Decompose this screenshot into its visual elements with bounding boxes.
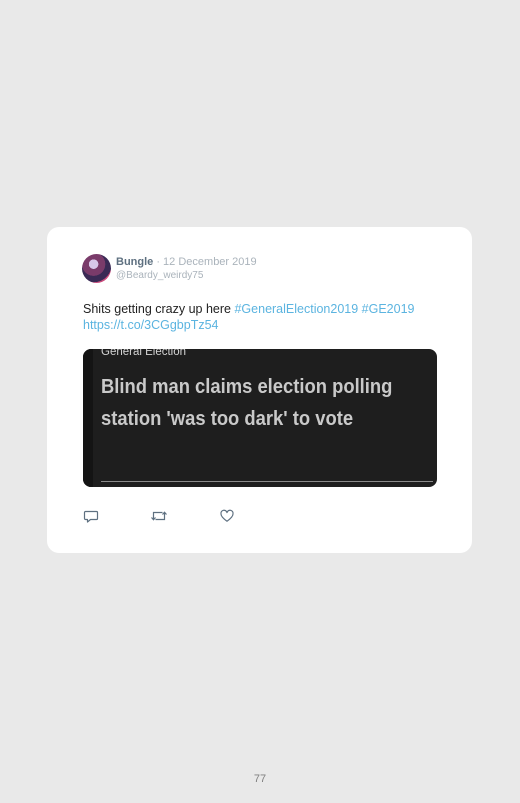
reply-icon [83, 510, 99, 523]
tweet-header: Bungle · 12 December 2019 [116, 256, 257, 268]
tweet-card: Bungle · 12 December 2019 @Beardy_weirdy… [47, 227, 472, 553]
tweet-body-text: Shits getting crazy up here [83, 302, 235, 316]
retweet-icon [151, 511, 167, 521]
tweet-text: Shits getting crazy up here #GeneralElec… [83, 301, 453, 333]
link-preview-card[interactable]: General Election Blind man claims electi… [83, 349, 437, 487]
reply-button[interactable] [83, 508, 99, 524]
tweet-link[interactable]: https://t.co/3CGgbpTz54 [83, 318, 219, 332]
hashtag-ge2019[interactable]: #GE2019 [362, 302, 415, 316]
hashtag-general-election-2019[interactable]: #GeneralElection2019 [234, 302, 358, 316]
user-handle[interactable]: @Beardy_weirdy75 [116, 270, 203, 281]
page-number: 77 [253, 773, 267, 785]
heart-icon [220, 509, 234, 522]
user-name[interactable]: Bungle [116, 256, 153, 268]
retweet-button[interactable] [150, 508, 167, 524]
tweet-date[interactable]: · 12 December 2019 [153, 256, 256, 268]
like-button[interactable] [219, 508, 235, 524]
preview-accent-bar [83, 349, 93, 487]
avatar[interactable] [82, 254, 111, 283]
preview-headline: Blind man claims election polling statio… [101, 376, 393, 430]
preview-divider [101, 481, 433, 482]
preview-category: General Election [101, 349, 187, 358]
